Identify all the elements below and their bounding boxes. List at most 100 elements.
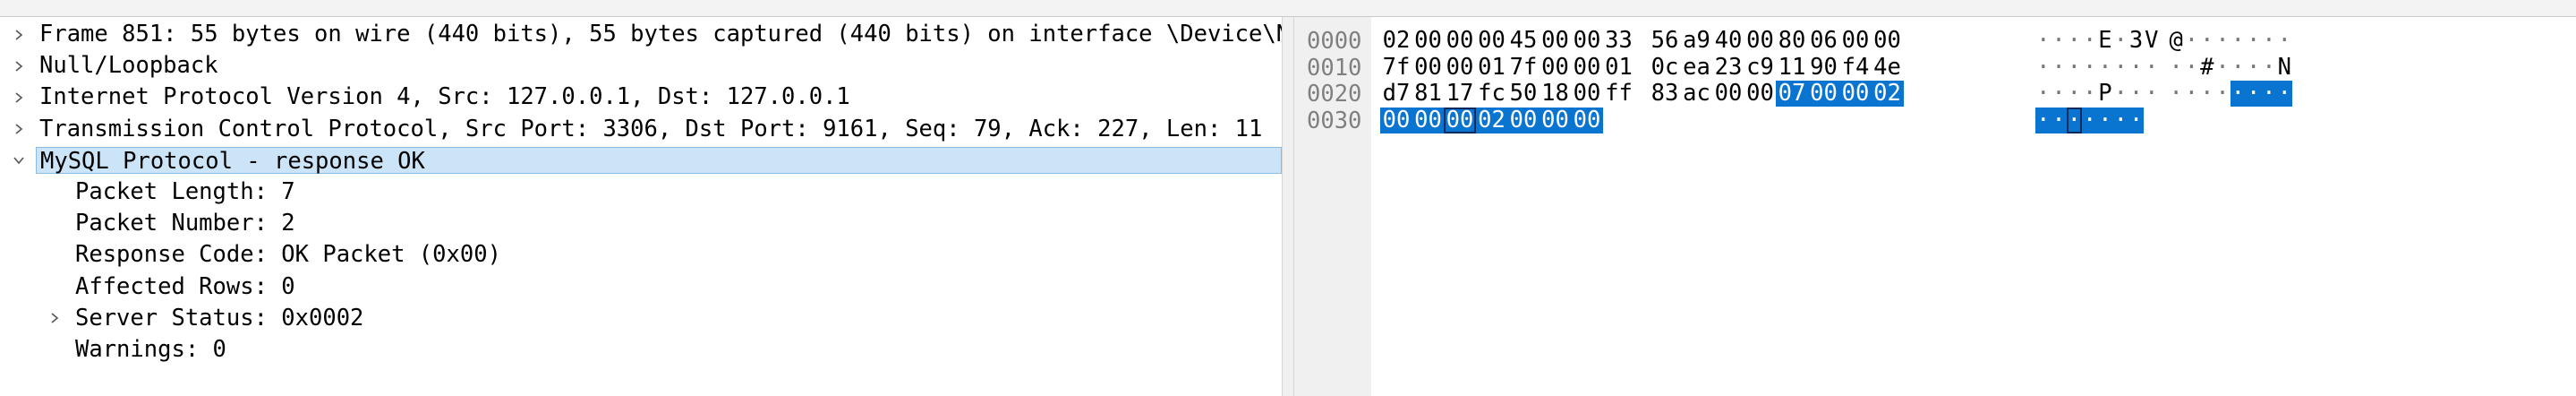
packet-details-pane[interactable]: Frame 851: 55 bytes on wire (440 bits), …: [0, 17, 1282, 396]
ascii-char[interactable]: ·: [2082, 28, 2098, 54]
ascii-char[interactable]: ·: [2097, 54, 2113, 81]
hex-byte[interactable]: 45: [1507, 28, 1540, 54]
hex-byte[interactable]: 00: [1507, 107, 1540, 133]
ascii-char[interactable]: ·: [2231, 28, 2247, 54]
hex-byte[interactable]: 7f: [1380, 54, 1412, 81]
ascii-char[interactable]: ·: [2035, 81, 2051, 107]
ascii-char[interactable]: ·: [2066, 107, 2083, 133]
hex-byte[interactable]: 00: [1571, 81, 1603, 107]
chevron-right-icon[interactable]: [45, 304, 64, 333]
hex-byte[interactable]: 00: [1444, 54, 1476, 81]
hex-byte[interactable]: 00: [1539, 107, 1572, 133]
hex-byte[interactable]: 90: [1808, 54, 1840, 81]
ascii-char[interactable]: ·: [2168, 81, 2184, 107]
ascii-char[interactable]: ·: [2067, 28, 2083, 54]
ascii-char[interactable]: ·: [2214, 54, 2231, 81]
hex-byte[interactable]: 06: [1808, 28, 1840, 54]
hex-byte[interactable]: 00: [1807, 81, 1840, 107]
hex-byte[interactable]: fc: [1476, 81, 1508, 107]
hex-byte[interactable]: 00: [1476, 28, 1508, 54]
ascii-char[interactable]: ·: [2144, 81, 2160, 107]
tree-row[interactable]: Null/Loopback: [0, 51, 1282, 81]
hex-byte[interactable]: 00: [1744, 28, 1777, 54]
ascii-char[interactable]: ·: [2051, 107, 2067, 133]
ascii-char[interactable]: ·: [2051, 81, 2067, 107]
pane-splitter[interactable]: [1282, 17, 1294, 396]
ascii-char[interactable]: ·: [2128, 107, 2145, 133]
hex-byte[interactable]: 83: [1649, 81, 1681, 107]
ascii-char[interactable]: ·: [2128, 54, 2145, 81]
ascii-char[interactable]: ·: [2246, 28, 2262, 54]
hex-byte[interactable]: 00: [1839, 28, 1872, 54]
hex-byte[interactable]: d7: [1380, 81, 1412, 107]
hex-byte[interactable]: 50: [1507, 81, 1540, 107]
hex-byte[interactable]: 17: [1444, 81, 1476, 107]
packet-bytes-pane[interactable]: 0000 02 00 00 00 45 00 00 33 56 a9 40 00 80 06 00 00 · · · ·…: [1294, 17, 2576, 396]
ascii-char[interactable]: ·: [2245, 81, 2262, 107]
hex-byte[interactable]: ff: [1603, 81, 1635, 107]
hex-byte[interactable]: 00: [1571, 107, 1603, 133]
tree-row[interactable]: Warnings: 0: [0, 335, 1282, 365]
hex-byte[interactable]: 00: [1412, 54, 1445, 81]
hex-byte[interactable]: c9: [1744, 54, 1777, 81]
tree-row[interactable]: Affected Rows: 0: [0, 272, 1282, 302]
ascii-char[interactable]: ·: [2067, 81, 2083, 107]
hex-byte[interactable]: 00: [1712, 81, 1744, 107]
hex-byte[interactable]: 00: [1872, 28, 1904, 54]
hex-byte[interactable]: 18: [1540, 81, 1572, 107]
hex-byte[interactable]: 4e: [1872, 54, 1904, 81]
chevron-right-icon[interactable]: [9, 51, 29, 81]
ascii-char[interactable]: @: [2168, 28, 2184, 54]
ascii-char[interactable]: ·: [2214, 81, 2231, 107]
hex-byte[interactable]: ac: [1681, 81, 1713, 107]
hex-byte[interactable]: 80: [1776, 28, 1808, 54]
hex-byte[interactable]: 23: [1712, 54, 1744, 81]
tree-row[interactable]: Frame 851: 55 bytes on wire (440 bits), …: [0, 20, 1282, 49]
hex-byte[interactable]: 56: [1649, 28, 1681, 54]
hex-byte[interactable]: 01: [1476, 54, 1508, 81]
ascii-char[interactable]: ·: [2214, 28, 2231, 54]
ascii-char[interactable]: ·: [2112, 107, 2128, 133]
ascii-char[interactable]: ·: [2199, 28, 2215, 54]
hex-byte[interactable]: 00: [1571, 28, 1603, 54]
ascii-char[interactable]: ·: [2113, 28, 2129, 54]
ascii-char[interactable]: ·: [2051, 28, 2067, 54]
tree-row[interactable]: Server Status: 0x0002: [0, 304, 1282, 333]
ascii-char[interactable]: ·: [2277, 28, 2293, 54]
ascii-char[interactable]: V: [2144, 28, 2160, 54]
ascii-char[interactable]: ·: [2082, 81, 2098, 107]
hex-byte[interactable]: 00: [1412, 28, 1445, 54]
tree-row[interactable]: Internet Protocol Version 4, Src: 127.0.…: [0, 82, 1282, 112]
ascii-char[interactable]: ·: [2184, 81, 2200, 107]
hex-byte[interactable]: 00: [1839, 81, 1872, 107]
ascii-char[interactable]: N: [2277, 54, 2293, 81]
hex-byte[interactable]: 11: [1776, 54, 1808, 81]
ascii-char[interactable]: ·: [2128, 81, 2145, 107]
ascii-char[interactable]: ·: [2184, 54, 2200, 81]
ascii-char[interactable]: ·: [2082, 54, 2098, 81]
ascii-char[interactable]: ·: [2261, 28, 2277, 54]
hex-byte[interactable]: 33: [1603, 28, 1635, 54]
hex-byte[interactable]: 00: [1540, 54, 1572, 81]
ascii-char[interactable]: ·: [2035, 28, 2051, 54]
ascii-char[interactable]: P: [2097, 81, 2113, 107]
hex-byte[interactable]: 00: [1444, 107, 1476, 133]
ascii-char[interactable]: ·: [2035, 107, 2051, 133]
ascii-char[interactable]: ·: [2184, 28, 2200, 54]
hex-byte[interactable]: 00: [1571, 54, 1603, 81]
hex-byte[interactable]: f4: [1839, 54, 1872, 81]
ascii-char[interactable]: ·: [2168, 54, 2184, 81]
ascii-char[interactable]: #: [2199, 54, 2215, 81]
hex-byte[interactable]: 02: [1475, 107, 1508, 133]
ascii-char[interactable]: E: [2097, 28, 2113, 54]
hex-byte[interactable]: ea: [1681, 54, 1713, 81]
tree-row[interactable]: Packet Number: 2: [0, 209, 1282, 238]
ascii-char[interactable]: ·: [2230, 81, 2247, 107]
hex-byte[interactable]: 40: [1712, 28, 1744, 54]
hex-byte[interactable]: 00: [1444, 28, 1476, 54]
hex-byte[interactable]: 01: [1603, 54, 1635, 81]
chevron-down-icon[interactable]: [9, 146, 29, 176]
ascii-char[interactable]: 3: [2128, 28, 2145, 54]
hex-byte[interactable]: a9: [1681, 28, 1713, 54]
tree-row[interactable]: MySQL Protocol - response OK: [0, 146, 1282, 176]
